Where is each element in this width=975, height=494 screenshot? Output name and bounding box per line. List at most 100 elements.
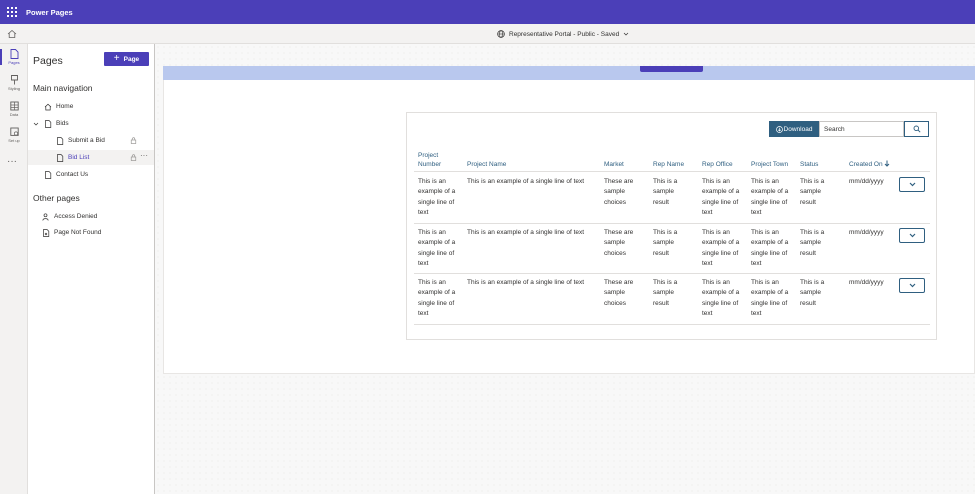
rail-setup-label: Set up <box>8 138 20 143</box>
search-button[interactable] <box>904 121 929 137</box>
rail-data-label: Data <box>9 112 19 117</box>
header-project-name[interactable]: Project Name <box>467 160 506 169</box>
cell-project-name: This is an example of a single line of t… <box>467 229 585 236</box>
cell-status: This is a sample result <box>800 279 825 307</box>
cell-rep-office: This is an example of a single line of t… <box>702 178 740 216</box>
cell-project-number: This is an example of a single line of t… <box>418 279 456 317</box>
download-button[interactable]: Download <box>769 121 819 137</box>
row-actions-button[interactable] <box>899 228 925 243</box>
chevron-down-icon[interactable] <box>32 120 40 128</box>
row-actions-button[interactable] <box>899 177 925 192</box>
site-status-dropdown[interactable]: Representative Portal - Public - Saved <box>497 30 629 38</box>
lock-icon <box>130 154 137 161</box>
nav-item-submit-bid-label: Submit a Bid <box>68 137 105 144</box>
setup-icon <box>9 127 19 136</box>
page-icon <box>57 153 64 162</box>
cell-project-name: This is an example of a single line of t… <box>467 178 585 185</box>
cell-status: This is a sample result <box>800 178 825 206</box>
other-pages-heading: Other pages <box>33 193 80 203</box>
page-icon <box>45 119 52 128</box>
styling-icon <box>10 75 18 85</box>
search-input[interactable]: Search <box>819 121 904 137</box>
chevron-down-icon <box>909 182 915 187</box>
header-rep-office[interactable]: Rep Office <box>702 160 733 169</box>
cell-created-on: mm/dd/yyyy <box>849 178 884 185</box>
rail-styling-label: Styling <box>7 86 20 91</box>
nav-item-page-not-found[interactable]: Page Not Found <box>28 225 154 240</box>
home-icon[interactable] <box>6 28 18 40</box>
cell-project-number: This is an example of a single line of t… <box>418 178 456 216</box>
person-lock-icon <box>42 212 49 221</box>
header-project-number[interactable]: Project Number <box>418 151 452 169</box>
header-market[interactable]: Market <box>604 160 624 169</box>
row-divider <box>414 273 930 274</box>
nav-item-access-denied[interactable]: Access Denied <box>28 209 154 224</box>
bid-list-component[interactable]: Download Search Project Number Project N… <box>406 112 937 340</box>
rail-pages-label: Pages <box>8 60 20 65</box>
site-status-text: Representative Portal - Public - Saved <box>509 30 620 38</box>
globe-icon <box>497 30 505 38</box>
header-project-town[interactable]: Project Town <box>751 160 788 169</box>
cell-project-town: This is an example of a single line of t… <box>751 229 789 267</box>
cell-project-name: This is an example of a single line of t… <box>467 279 585 286</box>
pages-icon <box>10 49 18 59</box>
chevron-down-icon <box>909 283 915 288</box>
row-actions-button[interactable] <box>899 278 925 293</box>
rail-setup[interactable]: Set up <box>0 127 28 143</box>
nav-item-bids[interactable]: Bids <box>28 116 154 131</box>
panel-title: Pages <box>33 55 63 67</box>
site-bar: Representative Portal - Public - Saved <box>0 24 975 44</box>
cell-market: These are sample choices <box>604 229 634 257</box>
rail-styling[interactable]: Styling <box>0 75 28 91</box>
cell-rep-name: This is a sample result <box>653 178 678 206</box>
page-icon <box>57 136 64 145</box>
nav-item-access-denied-label: Access Denied <box>54 213 98 220</box>
rail-pages[interactable]: Pages <box>0 49 28 65</box>
cell-market: These are sample choices <box>604 178 634 206</box>
nav-item-home-label: Home <box>56 103 74 110</box>
nav-item-bid-list[interactable]: Bid List ··· <box>28 150 154 165</box>
nav-item-page-not-found-label: Page Not Found <box>54 229 102 236</box>
data-icon <box>9 101 19 111</box>
header-rep-name[interactable]: Rep Name <box>653 160 684 169</box>
cell-project-number: This is an example of a single line of t… <box>418 229 456 267</box>
pages-panel: Pages + Page Main navigation Home Bids S… <box>28 44 155 494</box>
page-error-icon <box>43 228 50 237</box>
nav-item-bid-list-label: Bid List <box>68 154 90 161</box>
more-options-icon[interactable]: ··· <box>140 151 148 160</box>
chevron-down-icon <box>909 233 915 238</box>
chevron-down-icon <box>623 32 629 36</box>
cell-created-on: mm/dd/yyyy <box>849 229 884 236</box>
app-launcher-icon[interactable] <box>4 4 20 20</box>
header-status[interactable]: Status <box>800 160 818 169</box>
cell-rep-name: This is a sample result <box>653 229 678 257</box>
more-icon[interactable]: ··· <box>7 156 17 167</box>
workspace-rail: Pages Styling Data Set up ··· <box>0 44 28 494</box>
hero-button <box>640 66 703 72</box>
home-icon <box>44 103 52 110</box>
add-page-label: Page <box>123 55 140 63</box>
cell-status: This is a sample result <box>800 229 825 257</box>
app-title: Power Pages <box>26 7 73 17</box>
lock-icon <box>130 137 137 144</box>
nav-item-home[interactable]: Home <box>28 99 154 114</box>
row-divider <box>414 223 930 224</box>
nav-item-submit-bid[interactable]: Submit a Bid <box>28 133 154 148</box>
page-icon <box>45 170 52 179</box>
rail-data[interactable]: Data <box>0 101 28 117</box>
cell-created-on: mm/dd/yyyy <box>849 279 884 286</box>
cell-project-town: This is an example of a single line of t… <box>751 279 789 317</box>
nav-item-bids-label: Bids <box>56 120 69 127</box>
cell-rep-office: This is an example of a single line of t… <box>702 279 740 317</box>
cell-project-town: This is an example of a single line of t… <box>751 178 789 216</box>
download-label: Download <box>783 125 813 133</box>
app-header: Power Pages <box>0 0 975 24</box>
plus-icon: + <box>113 53 120 64</box>
header-created-on[interactable]: Created On <box>849 160 890 169</box>
nav-item-contact-us-label: Contact Us <box>56 171 89 178</box>
nav-item-contact-us[interactable]: Contact Us <box>28 167 154 182</box>
add-page-button[interactable]: + Page <box>104 52 149 66</box>
cell-rep-name: This is a sample result <box>653 279 678 307</box>
header-created-on-label: Created On <box>849 161 883 168</box>
page-hero-section <box>163 66 975 80</box>
